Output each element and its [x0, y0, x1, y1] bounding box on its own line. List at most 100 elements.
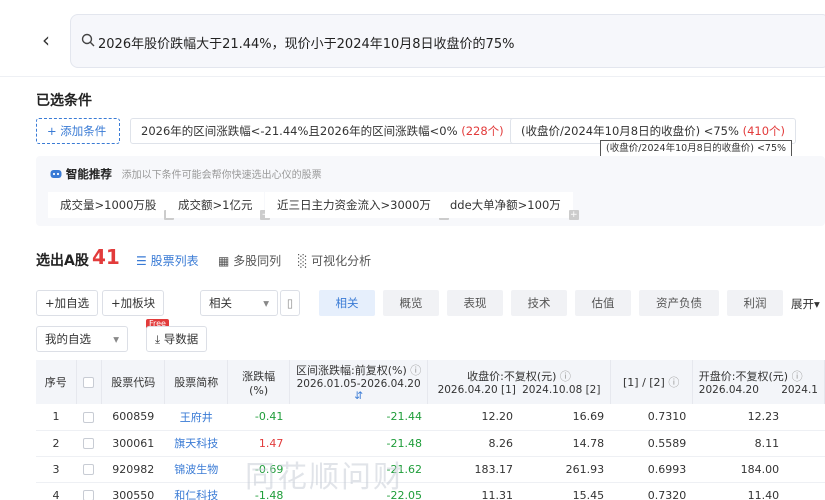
- header-close[interactable]: 收盘价:不复权(元) ⓘ 2026.04.20 [1] 2024.10.08 […: [427, 360, 611, 404]
- button-label: 导数据: [163, 332, 199, 346]
- change-value: -0.41: [227, 404, 290, 431]
- chevron-down-icon: ▾: [113, 332, 119, 346]
- stock-name-link[interactable]: 王府井: [164, 404, 228, 431]
- stock-code: 920982: [101, 456, 165, 483]
- tab-label: 多股同列: [233, 254, 282, 268]
- selected-title: 已选条件: [36, 93, 92, 109]
- stock-name-link[interactable]: 旗天科技: [164, 430, 228, 457]
- stock-code: 300550: [101, 482, 165, 500]
- help-icon[interactable]: ⓘ: [560, 370, 571, 383]
- close-value: 16.69: [519, 404, 611, 431]
- category-tab[interactable]: 技术: [511, 290, 567, 316]
- results-table: 序号 股票代码 股票简称 涨跌幅(%) 区间涨跌幅:前复权(%) ⓘ 2026.…: [36, 360, 825, 500]
- tab-multi-stock[interactable]: ▦ 多股同列: [218, 252, 281, 269]
- category-tab[interactable]: 概览: [383, 290, 439, 316]
- select-value: 相关: [209, 296, 232, 310]
- select-value: 我的自选: [45, 332, 91, 346]
- results-title: 选出A股: [36, 253, 89, 269]
- plus-icon: +: [111, 296, 121, 310]
- button-label: 展开: [791, 297, 814, 311]
- close-value: 11.31: [427, 482, 520, 500]
- row-index: 4: [36, 482, 77, 500]
- row-index: 1: [36, 404, 77, 431]
- suggestion-chip[interactable]: 成交量>1000万股 +: [48, 192, 175, 220]
- plus-icon: +: [45, 296, 55, 310]
- search-query[interactable]: 2026年股价跌幅大于21.44%，现价小于2024年10月8日收盘价的75%: [98, 33, 514, 52]
- plus-icon: +: [47, 124, 57, 138]
- stock-code: 600859: [101, 404, 165, 431]
- export-button[interactable]: ⤓ 导数据: [146, 326, 208, 352]
- tab-visual-analysis[interactable]: ░ 可视化分析: [298, 252, 371, 269]
- expand-button[interactable]: 展开▾: [791, 296, 820, 312]
- close-value: 12.20: [427, 404, 520, 431]
- suggestion-label: 近三日主力资金流入>3000万: [277, 198, 431, 212]
- category-tab[interactable]: 估值: [575, 290, 631, 316]
- suggestion-label: 成交额>1亿元: [178, 198, 253, 212]
- search-bar[interactable]: 2026年股价跌幅大于21.44%，现价小于2024年10月8日收盘价的75%: [70, 14, 825, 68]
- add-condition-label: 添加条件: [60, 124, 107, 138]
- open-value: 8.11: [692, 430, 786, 457]
- close-value: 261.93: [519, 456, 611, 483]
- close-value: 14.78: [519, 430, 611, 457]
- divider: [0, 76, 825, 77]
- stock-name-link[interactable]: 锦波生物: [164, 456, 228, 483]
- suggestion-chip[interactable]: 近三日主力资金流入>3000万 +: [265, 192, 449, 220]
- watchlist-select[interactable]: 我的自选 ▾: [36, 326, 128, 352]
- header-label: 收盘价:不复权(元): [467, 370, 557, 383]
- header-ratio[interactable]: [1] / [2] ⓘ: [610, 360, 693, 404]
- tab-label: 股票列表: [150, 254, 199, 268]
- stock-name-link[interactable]: 和仁科技: [164, 482, 228, 500]
- header-code[interactable]: 股票代码: [101, 360, 166, 404]
- help-icon[interactable]: ⓘ: [668, 376, 679, 389]
- add-watchlist-button[interactable]: +加自选: [36, 290, 99, 316]
- header-checkbox[interactable]: [76, 360, 103, 404]
- related-select[interactable]: 相关 ▾: [200, 290, 278, 316]
- help-icon[interactable]: ⓘ: [792, 370, 803, 383]
- column-settings-icon[interactable]: ▯: [280, 290, 300, 316]
- category-tab[interactable]: 相关: [319, 290, 375, 316]
- back-arrow-icon[interactable]: ‹: [42, 30, 60, 50]
- condition-count: (410个): [742, 124, 786, 138]
- suggestion-chip[interactable]: 成交额>1亿元 +: [166, 192, 271, 220]
- category-tab[interactable]: 表现: [447, 290, 503, 316]
- smart-title: 智能推荐: [65, 167, 112, 181]
- suggestion-chip[interactable]: dde大单净额>100万 +: [438, 192, 579, 220]
- search-icon: [81, 33, 95, 47]
- add-icon: +: [568, 210, 579, 220]
- grid-icon: ▦: [218, 254, 230, 268]
- open-value: [785, 456, 825, 483]
- open-value: 12.23: [692, 404, 786, 431]
- sort-icon[interactable]: ⇵: [354, 390, 363, 402]
- watermark: 同花顺问财: [245, 460, 405, 495]
- table-row[interactable]: 1 600859 王府井 -0.41 -21.44 12.20 16.69 0.…: [36, 404, 825, 431]
- help-icon[interactable]: ⓘ: [410, 364, 421, 377]
- header-open[interactable]: 开盘价:不复权(元) ⓘ 2026.04.20 2024.1: [692, 360, 825, 404]
- header-range-change[interactable]: 区间涨跌幅:前复权(%) ⓘ 2026.01.05-2026.04.20 ⇵: [289, 360, 429, 404]
- condition-count: (228个): [461, 124, 504, 138]
- button-label: 加板块: [120, 296, 156, 310]
- select-all-checkbox[interactable]: [83, 377, 95, 388]
- table-header-row: 序号 股票代码 股票简称 涨跌幅(%) 区间涨跌幅:前复权(%) ⓘ 2026.…: [36, 360, 825, 404]
- row-checkbox[interactable]: [83, 490, 95, 500]
- row-index: 2: [36, 430, 77, 457]
- row-checkbox[interactable]: [83, 438, 95, 449]
- stock-code: 300061: [101, 430, 165, 457]
- header-change[interactable]: 涨跌幅(%): [227, 360, 290, 404]
- table-row[interactable]: 3 920982 锦波生物 -0.69 -21.62 183.17 261.93…: [36, 456, 825, 483]
- row-checkbox[interactable]: [83, 464, 95, 475]
- row-checkbox[interactable]: [83, 411, 95, 423]
- add-condition-button[interactable]: + 添加条件: [36, 118, 120, 144]
- add-sector-button[interactable]: +加板块: [102, 290, 165, 316]
- header-name[interactable]: 股票简称: [164, 360, 229, 404]
- ratio-value: 0.6993: [610, 456, 693, 483]
- condition-chip-1[interactable]: 2026年的区间涨跌幅<-21.44%且2026年的区间涨跌幅<0% (228个…: [130, 118, 515, 144]
- table-row[interactable]: 2 300061 旗天科技 1.47 -21.48 8.26 14.78 0.5…: [36, 430, 825, 457]
- category-tab[interactable]: 资产负债: [639, 290, 719, 316]
- header-sub: 2026.01.05-2026.04.20: [296, 378, 421, 390]
- category-tab[interactable]: 利润: [727, 290, 783, 316]
- tab-label: 可视化分析: [311, 254, 372, 268]
- open-value: [785, 430, 825, 457]
- smart-hint: 添加以下条件可能会帮你快速选出心仪的股票: [121, 170, 322, 181]
- tab-stock-list[interactable]: ☰ 股票列表: [136, 252, 199, 269]
- table-row[interactable]: 4 300550 和仁科技 -1.48 -22.05 11.31 15.45 0…: [36, 482, 825, 500]
